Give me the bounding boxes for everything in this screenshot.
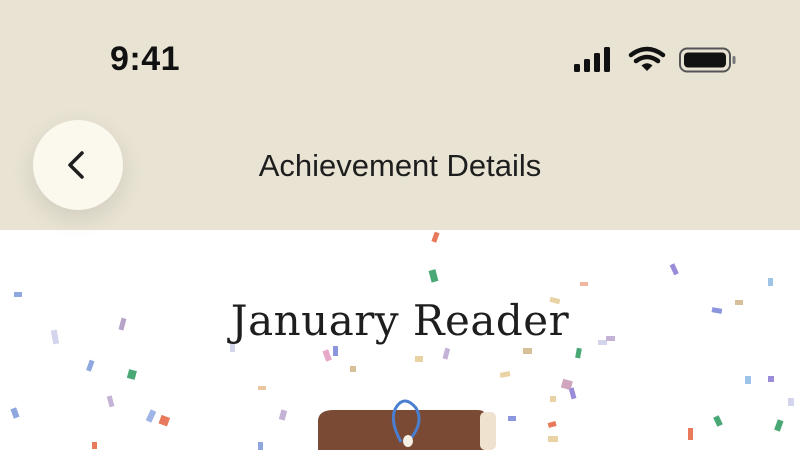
status-time: 9:41: [110, 40, 181, 78]
book-badge-icon: [318, 399, 496, 450]
signal-icon: [574, 47, 610, 72]
page-title: Achievement Details: [258, 148, 542, 183]
achievement-title: January Reader: [230, 296, 570, 345]
status-icons: [574, 46, 736, 73]
battery-icon: [679, 47, 736, 73]
wifi-icon: [628, 46, 666, 71]
achievement-content: January Reader: [0, 230, 800, 450]
top-header: 9:41 Achievement Details: [0, 0, 800, 230]
